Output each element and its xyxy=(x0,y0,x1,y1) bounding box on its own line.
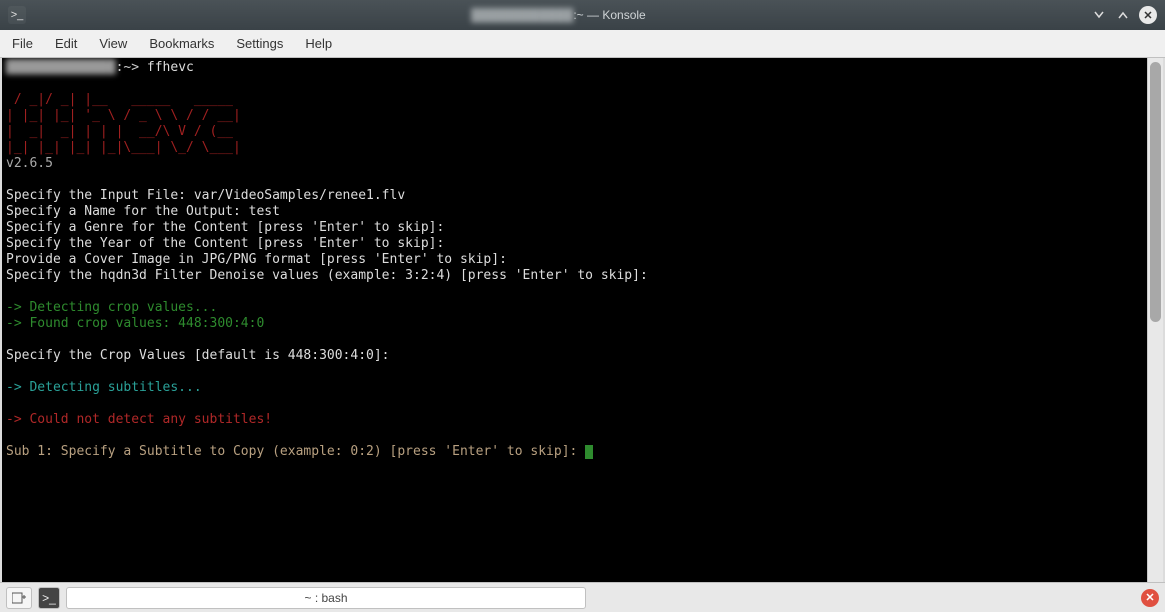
menubar: File Edit View Bookmarks Settings Help xyxy=(0,30,1165,58)
new-tab-button[interactable] xyxy=(6,587,32,609)
scrollbar[interactable] xyxy=(1147,58,1163,582)
menu-help[interactable]: Help xyxy=(305,36,332,51)
year-line: Specify the Year of the Content [press '… xyxy=(6,236,444,251)
found-crop-line: -> Found crop values: 448:300:4:0 xyxy=(6,316,264,331)
app-menu-icon[interactable]: >_ xyxy=(8,6,26,24)
version-text: v2.6.5 xyxy=(6,156,53,171)
terminal[interactable]: ██████████████:~> ffhevc / _|/ _| |__ __… xyxy=(2,58,1147,582)
tab-bash[interactable]: ~ : bash xyxy=(66,587,586,609)
statusbar: >_ ~ : bash ✕ xyxy=(0,582,1165,612)
sub1-line: Sub 1: Specify a Subtitle to Copy (examp… xyxy=(6,444,585,459)
scrollbar-thumb[interactable] xyxy=(1150,62,1161,322)
cover-line: Provide a Cover Image in JPG/PNG format … xyxy=(6,252,507,267)
window-controls: ✕ xyxy=(1091,6,1157,24)
input-file-line: Specify the Input File: var/VideoSamples… xyxy=(6,188,405,203)
detecting-crop-line: -> Detecting crop values... xyxy=(6,300,217,315)
minimize-icon[interactable] xyxy=(1091,7,1107,23)
tab-icon[interactable]: >_ xyxy=(38,587,60,609)
menu-file[interactable]: File xyxy=(12,36,33,51)
titlebar[interactable]: >_ ████████████:~ — Konsole ✕ xyxy=(0,0,1165,30)
ascii-logo: / _|/ _| |__ _____ _____ | |_| |_| '_ \ … xyxy=(6,92,241,155)
konsole-window: >_ ████████████:~ — Konsole ✕ File Edit … xyxy=(0,0,1165,612)
maximize-icon[interactable] xyxy=(1115,7,1131,23)
genre-line: Specify a Genre for the Content [press '… xyxy=(6,220,444,235)
no-subs-line: -> Could not detect any subtitles! xyxy=(6,412,272,427)
crop-spec-line: Specify the Crop Values [default is 448:… xyxy=(6,348,390,363)
menu-bookmarks[interactable]: Bookmarks xyxy=(149,36,214,51)
detecting-subs-line: -> Detecting subtitles... xyxy=(6,380,202,395)
menu-edit[interactable]: Edit xyxy=(55,36,77,51)
close-tab-icon[interactable]: ✕ xyxy=(1141,589,1159,607)
output-name-line: Specify a Name for the Output: test xyxy=(6,204,280,219)
cursor xyxy=(585,445,593,459)
close-icon[interactable]: ✕ xyxy=(1139,6,1157,24)
hqdn3d-line: Specify the hqdn3d Filter Denoise values… xyxy=(6,268,648,283)
window-title: ████████████:~ — Konsole xyxy=(26,8,1091,22)
menu-view[interactable]: View xyxy=(99,36,127,51)
terminal-area: ██████████████:~> ffhevc / _|/ _| |__ __… xyxy=(2,58,1163,582)
menu-settings[interactable]: Settings xyxy=(236,36,283,51)
prompt-line: ██████████████:~> ffhevc xyxy=(6,60,194,75)
